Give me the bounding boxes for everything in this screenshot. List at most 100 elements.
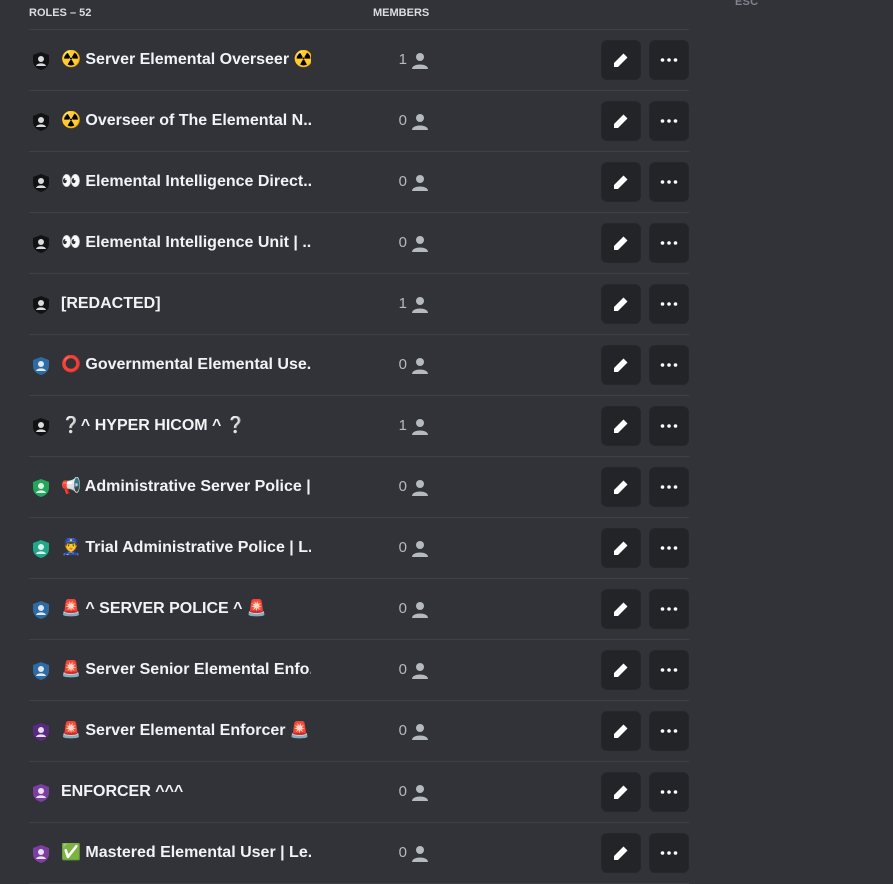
- role-member-count: 0: [398, 478, 407, 495]
- role-row[interactable]: ⭕ Governmental Elemental Use... 0: [29, 335, 689, 396]
- role-row[interactable]: ☢️ Server Elemental Overseer ☢️ 1: [29, 30, 689, 91]
- role-member-count: 0: [398, 539, 407, 556]
- role-row[interactable]: [REDACTED] 1: [29, 274, 689, 335]
- pencil-icon: [614, 478, 630, 494]
- ellipsis-icon: [660, 485, 678, 489]
- role-shield-icon: [33, 235, 49, 253]
- more-options-button[interactable]: [649, 101, 689, 141]
- members-column-header: MEMBERS: [373, 7, 430, 19]
- role-member-count: 0: [398, 600, 407, 617]
- edit-role-button[interactable]: [601, 284, 641, 324]
- ellipsis-icon: [660, 180, 678, 184]
- role-member-count: 1: [398, 51, 407, 68]
- person-icon: [412, 846, 428, 862]
- ellipsis-icon: [660, 58, 678, 62]
- ellipsis-icon: [660, 851, 678, 855]
- role-name: ⭕ Governmental Elemental Use...: [61, 356, 311, 373]
- edit-role-button[interactable]: [601, 833, 641, 873]
- role-member-count: 1: [398, 417, 407, 434]
- more-options-button[interactable]: [649, 528, 689, 568]
- role-member-count: 0: [398, 783, 407, 800]
- ellipsis-icon: [660, 668, 678, 672]
- ellipsis-icon: [660, 241, 678, 245]
- pencil-icon: [614, 295, 630, 311]
- ellipsis-icon: [660, 546, 678, 550]
- pencil-icon: [614, 356, 630, 372]
- role-shield-icon: [33, 479, 49, 497]
- more-options-button[interactable]: [649, 406, 689, 446]
- role-row[interactable]: 👀 Elemental Intelligence Unit | ... 0: [29, 213, 689, 274]
- edit-role-button[interactable]: [601, 650, 641, 690]
- edit-role-button[interactable]: [601, 467, 641, 507]
- role-row[interactable]: 🚨 ^ SERVER POLICE ^ 🚨 0: [29, 579, 689, 640]
- role-name: 🚨 Server Senior Elemental Enfo...: [61, 661, 311, 678]
- edit-role-button[interactable]: [601, 40, 641, 80]
- role-name: 👮 Trial Administrative Police | L...: [61, 539, 311, 556]
- role-row[interactable]: ✅ Mastered Elemental User | Le... 0: [29, 823, 689, 884]
- more-options-button[interactable]: [649, 223, 689, 263]
- role-shield-icon: [33, 601, 49, 619]
- role-row[interactable]: 📢 Administrative Server Police |... 0: [29, 457, 689, 518]
- esc-label[interactable]: ESC: [735, 0, 758, 8]
- role-name: ☢️ Overseer of The Elemental N...: [61, 112, 311, 129]
- person-icon: [412, 663, 428, 679]
- role-row[interactable]: 🚨 Server Elemental Enforcer 🚨 0: [29, 701, 689, 762]
- more-options-button[interactable]: [649, 650, 689, 690]
- role-name: 🚨 Server Elemental Enforcer 🚨: [61, 722, 310, 739]
- more-options-button[interactable]: [649, 833, 689, 873]
- edit-role-button[interactable]: [601, 528, 641, 568]
- edit-role-button[interactable]: [601, 162, 641, 202]
- role-member-count: 0: [398, 844, 407, 861]
- more-options-button[interactable]: [649, 345, 689, 385]
- role-row[interactable]: 👮 Trial Administrative Police | L... 0: [29, 518, 689, 579]
- role-name: 👀 Elemental Intelligence Unit | ...: [61, 234, 311, 251]
- edit-role-button[interactable]: [601, 711, 641, 751]
- role-shield-icon: [33, 296, 49, 314]
- edit-role-button[interactable]: [601, 345, 641, 385]
- role-member-count: 0: [398, 661, 407, 678]
- role-shield-icon: [33, 357, 49, 375]
- role-member-count: 0: [398, 173, 407, 190]
- person-icon: [412, 602, 428, 618]
- role-row[interactable]: ❔^ HYPER HICOM ^ ❔ 1: [29, 396, 689, 457]
- pencil-icon: [614, 722, 630, 738]
- pencil-icon: [614, 112, 630, 128]
- edit-role-button[interactable]: [601, 223, 641, 263]
- edit-role-button[interactable]: [601, 101, 641, 141]
- person-icon: [412, 785, 428, 801]
- more-options-button[interactable]: [649, 284, 689, 324]
- pencil-icon: [614, 173, 630, 189]
- role-shield-icon: [33, 723, 49, 741]
- more-options-button[interactable]: [649, 711, 689, 751]
- role-row[interactable]: ☢️ Overseer of The Elemental N... 0: [29, 91, 689, 152]
- roles-count-header: ROLES – 52: [29, 7, 92, 19]
- pencil-icon: [614, 539, 630, 555]
- more-options-button[interactable]: [649, 162, 689, 202]
- more-options-button[interactable]: [649, 467, 689, 507]
- person-icon: [412, 358, 428, 374]
- more-options-button[interactable]: [649, 772, 689, 812]
- role-shield-icon: [33, 113, 49, 131]
- role-row[interactable]: 👀 Elemental Intelligence Direct... 0: [29, 152, 689, 213]
- edit-role-button[interactable]: [601, 589, 641, 629]
- role-member-count: 0: [398, 722, 407, 739]
- role-member-count: 0: [398, 356, 407, 373]
- ellipsis-icon: [660, 790, 678, 794]
- role-member-count: 1: [398, 295, 407, 312]
- role-row[interactable]: 🚨 Server Senior Elemental Enfo... 0: [29, 640, 689, 701]
- role-shield-icon: [33, 540, 49, 558]
- person-icon: [412, 114, 428, 130]
- ellipsis-icon: [660, 607, 678, 611]
- more-options-button[interactable]: [649, 589, 689, 629]
- ellipsis-icon: [660, 119, 678, 123]
- person-icon: [412, 419, 428, 435]
- person-icon: [412, 175, 428, 191]
- edit-role-button[interactable]: [601, 406, 641, 446]
- role-name: ☢️ Server Elemental Overseer ☢️: [61, 51, 311, 68]
- edit-role-button[interactable]: [601, 772, 641, 812]
- role-name: ❔^ HYPER HICOM ^ ❔: [61, 417, 246, 434]
- role-name: 📢 Administrative Server Police |...: [61, 478, 311, 495]
- more-options-button[interactable]: [649, 40, 689, 80]
- role-name: 👀 Elemental Intelligence Direct...: [61, 173, 311, 190]
- role-row[interactable]: ENFORCER ^^^ 0: [29, 762, 689, 823]
